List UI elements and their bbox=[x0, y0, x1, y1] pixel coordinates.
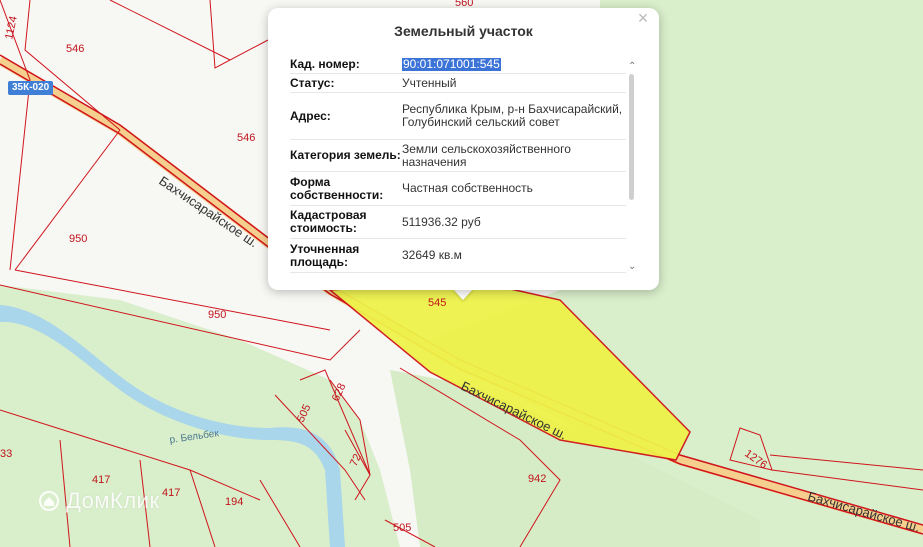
parcel-info-table: Кад. номер: 90:01:071001:545 Статус: Учт… bbox=[290, 56, 626, 278]
parcel-number-194: 194 bbox=[225, 496, 243, 508]
info-row-status: Статус: Учтенный bbox=[290, 74, 626, 93]
info-row-address: Адрес: Республика Крым, р-н Бахчисарайск… bbox=[290, 93, 626, 140]
popup-scrollbar[interactable]: ⌃ ⌄ bbox=[628, 62, 636, 272]
info-label: Уточненная площадь: bbox=[290, 241, 360, 269]
domclick-logo-icon bbox=[39, 491, 59, 511]
popup-title: Земельный участок bbox=[394, 23, 533, 39]
parcel-number-545: 545 bbox=[428, 297, 446, 309]
parcel-number-950-b: 950 bbox=[208, 309, 226, 321]
road-number-badge: 35К-020 bbox=[8, 81, 54, 95]
watermark-text: ДомКлик bbox=[66, 488, 160, 513]
info-value: Частная собственность bbox=[402, 181, 533, 195]
chevron-up-icon[interactable]: ⌃ bbox=[628, 62, 636, 72]
close-icon[interactable]: × bbox=[635, 9, 651, 27]
parcel-number-950-a: 950 bbox=[69, 233, 87, 245]
info-row-ownership: Форма собственности: Частная собственнос… bbox=[290, 172, 626, 206]
cadastral-number-selected[interactable]: 90:01:071001:545 bbox=[402, 58, 501, 71]
domclick-watermark: ДомКлик bbox=[38, 488, 160, 514]
info-label: Кад. номер: bbox=[290, 57, 360, 71]
info-row-area: Уточненная площадь: 32649 кв.м bbox=[290, 239, 626, 273]
parcel-number-417-a: 417 bbox=[92, 474, 110, 486]
info-value: Республика Крым, р-н Бахчисарайский, Гол… bbox=[402, 102, 623, 129]
info-value: 32649 кв.м bbox=[402, 248, 462, 262]
parcel-number-942: 942 bbox=[528, 473, 546, 485]
info-value: 511936.32 руб bbox=[402, 214, 481, 229]
info-row-cadastral-number: Кад. номер: 90:01:071001:545 bbox=[290, 56, 626, 74]
info-label: Адрес: bbox=[290, 108, 331, 123]
parcel-number-546-b: 546 bbox=[237, 132, 255, 144]
info-label: Кадастровая стоимость: bbox=[290, 208, 367, 235]
info-label: Статус: bbox=[290, 75, 335, 90]
cadastral-number-value[interactable]: 90:01:071001:545 bbox=[402, 56, 626, 73]
parcel-number-546-a: 546 bbox=[66, 43, 84, 55]
info-value: Земли сельскохозяйственного назначения bbox=[402, 141, 571, 169]
parcel-number-505-b: 505 bbox=[393, 522, 411, 534]
scrollbar-thumb[interactable] bbox=[629, 74, 634, 200]
info-label: Категория земель: bbox=[290, 148, 401, 162]
info-label: Форма собственности: bbox=[290, 174, 384, 202]
parcel-number-33: 33 bbox=[0, 448, 12, 460]
info-row-cadastral-value: Кадастровая стоимость: 511936.32 руб bbox=[290, 206, 626, 239]
info-value: Учтенный bbox=[402, 75, 457, 90]
info-row-land-category: Категория земель: Земли сельскохозяйстве… bbox=[290, 140, 626, 172]
parcel-number-417-b: 417 bbox=[162, 487, 180, 499]
parcel-info-popup: Земельный участок × Кад. номер: 90:01:07… bbox=[268, 8, 659, 290]
chevron-down-icon[interactable]: ⌄ bbox=[628, 262, 636, 272]
